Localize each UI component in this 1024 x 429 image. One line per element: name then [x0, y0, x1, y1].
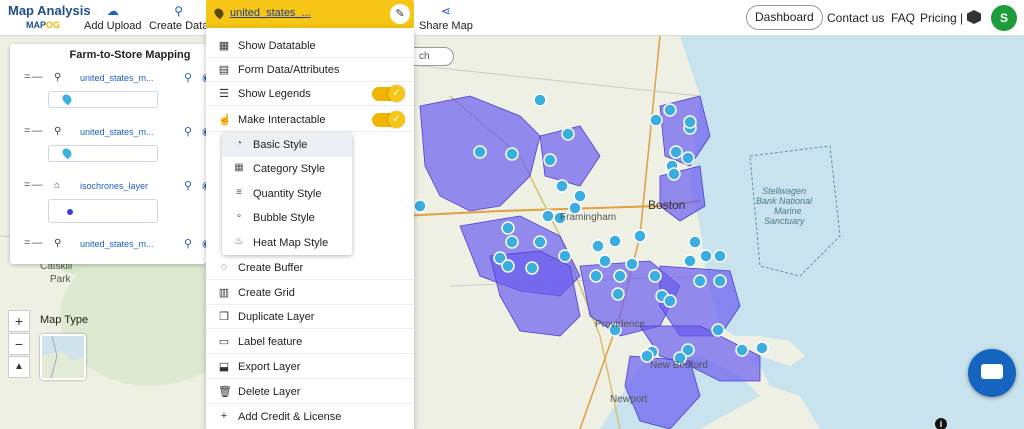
share-map-button[interactable]: ⋖ Share Map: [419, 4, 473, 32]
place-park: Park: [50, 274, 71, 285]
map-thumbnail-graphic: [42, 336, 84, 378]
pin-icon: ⚲: [174, 4, 184, 18]
map-type-thumbnail[interactable]: [40, 334, 86, 380]
menu-item-label-feature[interactable]: ▭ Label feature: [206, 330, 414, 354]
top-bar: Map Analysis MAPOG ☁ Add Upload ⚲ Create…: [0, 0, 1024, 36]
style-submenu: ◔ Basic Style ▦ Category Style ≡ Quantit…: [222, 133, 352, 255]
layer-row[interactable]: = — ⚲ united_states_m... ⚲ ◉: [24, 70, 214, 88]
layer-dropdown-header[interactable]: united_states_... ✎: [206, 0, 414, 28]
cube-icon[interactable]: [967, 10, 981, 24]
menu-item-delete-layer[interactable]: 🗑 Delete Layer: [206, 380, 414, 404]
add-upload-button[interactable]: ☁ Add Upload: [84, 4, 142, 32]
share-icon: ⋖: [440, 4, 451, 18]
menu-item-form-data[interactable]: ▤ Form Data/Attributes: [206, 58, 414, 82]
table-icon: ▦: [218, 40, 230, 52]
place-stellwagen-4: Sanctuary: [764, 216, 805, 226]
zoom-in-button[interactable]: +: [8, 310, 30, 332]
form-icon: ▤: [218, 64, 230, 76]
style-item-bubble[interactable]: ∘ Bubble Style: [222, 206, 352, 230]
pin-icon: [212, 6, 226, 20]
edit-icon[interactable]: ✎: [390, 4, 410, 24]
menu-item-export-layer[interactable]: ⬓ Export Layer: [206, 355, 414, 379]
style-item-quantity[interactable]: ≡ Quantity Style: [222, 182, 352, 206]
pricing-link[interactable]: Pricing |: [920, 11, 963, 25]
dot-icon: [67, 209, 73, 215]
polygon-icon: ⌂: [54, 180, 61, 191]
label-icon: ▭: [218, 336, 230, 348]
contact-link[interactable]: Contact us: [827, 11, 884, 25]
faq-link[interactable]: FAQ: [891, 11, 915, 25]
pin-icon: ⚲: [54, 72, 62, 83]
drag-handle-icon[interactable]: = —: [24, 179, 43, 191]
create-data-button[interactable]: ⚲ Create Data: [149, 4, 208, 32]
hand-icon: ☝: [218, 114, 232, 126]
menu-item-create-buffer[interactable]: ◌ Create Buffer: [206, 256, 414, 280]
place-newport: Newport: [610, 394, 648, 405]
export-icon: ⬓: [218, 361, 230, 373]
style-item-category[interactable]: ▦ Category Style: [222, 157, 352, 181]
layer-row[interactable]: = — ⌂ isochrones_layer ⚲ ◉: [24, 178, 214, 196]
app-logo-sub: MAPOG: [26, 20, 61, 30]
menu-item-make-interactable[interactable]: ☝ Make Interactable: [206, 108, 414, 132]
pin-icon: ⚲: [54, 238, 62, 249]
place-framingham: Framingham: [560, 212, 617, 223]
place-providence: Providence: [595, 319, 646, 330]
zoom-to-layer-icon[interactable]: ⚲: [184, 125, 192, 138]
zoom-to-layer-icon[interactable]: ⚲: [184, 237, 192, 250]
menu-item-show-datatable[interactable]: ▦ Show Datatable: [206, 34, 414, 58]
layer-panel: Farm-to-Store Mapping = — ⚲ united_state…: [10, 44, 212, 264]
place-new-bedford: New Bedford: [650, 360, 708, 371]
show-legends-toggle[interactable]: [372, 85, 405, 102]
trash-icon: 🗑: [218, 386, 232, 398]
menu-item-add-credit[interactable]: + Add Credit & License: [206, 405, 414, 429]
dashboard-button[interactable]: Dashboard: [746, 5, 823, 30]
bubble-icon: ∘: [235, 211, 243, 222]
menu-item-create-grid[interactable]: ▥ Create Grid: [206, 281, 414, 305]
zoom-to-layer-icon[interactable]: ⚲: [184, 71, 192, 84]
category-icon: ▦: [234, 162, 244, 173]
pin-icon: [60, 146, 74, 160]
chat-icon[interactable]: [968, 349, 1016, 397]
palette-icon: ◔: [235, 138, 243, 149]
cloud-upload-icon: ☁: [106, 4, 119, 18]
place-stellwagen-2: Bank National: [756, 196, 813, 206]
style-item-heatmap[interactable]: ♨ Heat Map Style: [222, 231, 352, 255]
zoom-out-button[interactable]: −: [8, 333, 30, 355]
place-boston: Boston: [648, 198, 686, 212]
drag-handle-icon[interactable]: = —: [24, 71, 43, 83]
list-icon: ☰: [219, 88, 229, 100]
place-stellwagen-3: Marine: [774, 206, 802, 216]
drag-handle-icon[interactable]: = —: [24, 237, 43, 249]
menu-item-show-legends[interactable]: ☰ Show Legends: [206, 82, 414, 106]
grid-icon: ▥: [218, 287, 230, 299]
place-stellwagen-1: Stellwagen: [762, 186, 807, 196]
layer-row[interactable]: = — ⚲ united_states_m... ⚲ ◉: [24, 124, 214, 142]
drag-handle-icon[interactable]: = —: [24, 125, 43, 137]
make-interactable-toggle[interactable]: [372, 111, 405, 128]
layer-row[interactable]: = — ⚲ united_states_m... ⚲ ◉: [24, 236, 214, 254]
duplicate-icon: ❐: [219, 311, 229, 323]
avatar[interactable]: S: [991, 5, 1017, 31]
style-item-basic[interactable]: ◔ Basic Style: [222, 133, 352, 157]
layer-legend: [48, 91, 158, 108]
heatmap-icon: ♨: [234, 236, 244, 247]
menu-item-duplicate-layer[interactable]: ❐ Duplicate Layer: [206, 305, 414, 329]
plus-icon: +: [220, 410, 228, 422]
pin-icon: ⚲: [54, 126, 62, 137]
app-title: Map Analysis: [8, 3, 91, 18]
map-type-label: Map Type: [40, 314, 89, 326]
quantity-icon: ≡: [236, 187, 242, 198]
info-icon[interactable]: i: [935, 418, 947, 429]
layer-legend: [48, 145, 158, 162]
compass-icon[interactable]: ▲: [8, 356, 30, 378]
pin-icon: [60, 92, 74, 106]
layer-dropdown-title[interactable]: united_states_...: [230, 7, 311, 19]
zoom-to-layer-icon[interactable]: ⚲: [184, 179, 192, 192]
buffer-icon: ◌: [220, 261, 228, 273]
layer-legend: [48, 199, 158, 223]
